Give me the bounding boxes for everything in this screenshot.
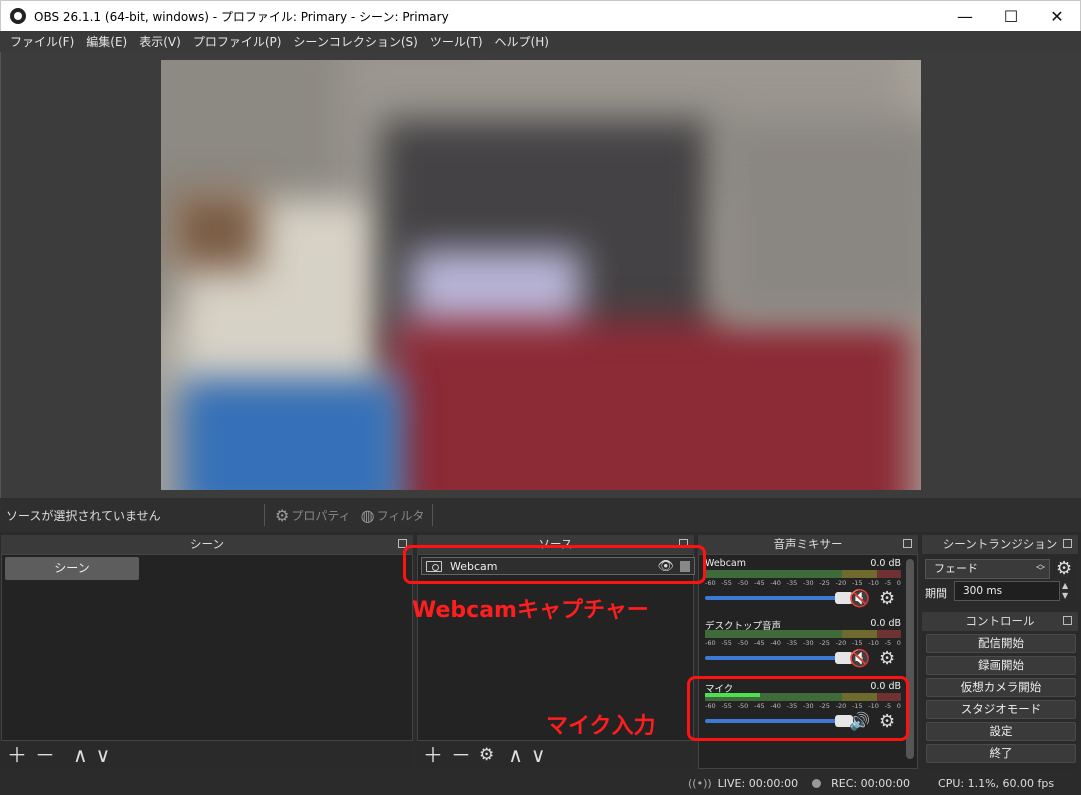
menu-view[interactable]: 表示(V) — [133, 33, 187, 50]
divider — [432, 504, 434, 526]
gear-icon[interactable]: ⚙ — [879, 648, 895, 669]
transitions-title: シーントランジション — [942, 537, 1058, 551]
properties-label: プロパティ — [291, 508, 351, 523]
webcam-highlight-box — [403, 545, 706, 584]
settings-button[interactable]: 設定 — [926, 722, 1076, 741]
transitions-header: シーントランジション — [922, 535, 1078, 554]
mixer-channel-webcam: Webcam 0.0 dB -60 -55 -50 -45 -40 -35 -30 -25 -2… — [705, 558, 901, 618]
cpu-usage: CPU: 1.1%, 60.00 fps — [938, 776, 1055, 790]
move-down-button[interactable]: ∨ — [531, 745, 546, 765]
mixer-header: 音声ミキサー — [698, 535, 918, 554]
obs-logo-icon — [10, 8, 26, 24]
volume-slider[interactable] — [705, 592, 853, 604]
record-dot-icon — [812, 778, 822, 788]
scenes-title: シーン — [190, 537, 224, 551]
muted-speaker-icon[interactable]: 🔇 — [849, 589, 870, 609]
filters-label: フィルタ — [376, 508, 425, 523]
meter-ticks: -60 -55 -50 -45 -40 -35 -30 -25 -20 -15 -10 -5 0 — [705, 639, 901, 647]
broadcast-icon: ((•)) — [688, 776, 712, 790]
minimize-button[interactable]: — — [942, 1, 988, 31]
preview-area — [0, 52, 1081, 498]
studio-mode-button[interactable]: スタジオモード — [926, 700, 1076, 719]
title-bar: OBS 26.1.1 (64-bit, windows) - プロファイル: P… — [0, 0, 1081, 31]
close-button[interactable]: ✕ — [1034, 1, 1080, 31]
volume-meter — [705, 630, 901, 638]
channel-name: Webcam — [705, 558, 747, 569]
add-source-button[interactable]: ＋ — [423, 745, 443, 765]
maximize-button[interactable]: ☐ — [988, 1, 1034, 31]
scenes-toolbar: ＋ － ∧ ∨ — [1, 741, 413, 769]
add-scene-button[interactable]: ＋ — [7, 745, 27, 765]
webcam-preview[interactable] — [161, 60, 921, 490]
volume-meter — [705, 570, 901, 578]
mixer-channel-desktop-audio: デスクトップ音声 0.0 dB -60 -55 -50 -45 -40 -35 -30 -25… — [705, 618, 901, 678]
spin-arrows-icon[interactable]: ▲ ▼ — [1062, 581, 1068, 601]
float-dock-icon[interactable] — [903, 539, 912, 548]
gear-icon[interactable]: ⚙ — [879, 588, 895, 609]
channel-db: 0.0 dB — [870, 558, 901, 569]
exit-button[interactable]: 終了 — [926, 744, 1076, 763]
properties-button[interactable]: ⚙ プロパティ — [275, 506, 351, 525]
scene-item[interactable]: シーン — [5, 557, 139, 580]
remove-source-button[interactable]: － — [451, 745, 471, 765]
mixer-title: 音声ミキサー — [773, 537, 843, 551]
sources-toolbar: ＋ － ⚙ ∧ ∨ — [417, 741, 694, 769]
float-dock-icon[interactable] — [1063, 616, 1072, 625]
scene-transitions-dock: シーントランジション フェード ︿ ﹀ ⚙ 期間 300 ms ▲ ▼ — [922, 535, 1078, 607]
menu-bar: ファイル(F) 編集(E) 表示(V) プロファイル(P) シーンコレクション(… — [0, 31, 1081, 52]
scenes-list[interactable]: シーン — [1, 554, 413, 741]
transition-value: フェード — [934, 562, 978, 575]
chevron-updown-icon: ︿ ﹀ — [1035, 560, 1045, 577]
move-up-button[interactable]: ∧ — [508, 745, 523, 765]
mic-annotation: マイク入力 — [546, 714, 656, 739]
transition-select[interactable]: フェード ︿ ﹀ — [925, 559, 1050, 579]
menu-file[interactable]: ファイル(F) — [4, 33, 80, 50]
divider — [264, 504, 265, 526]
float-dock-icon[interactable] — [1063, 539, 1072, 548]
live-timer: LIVE: 00:00:00 — [717, 776, 799, 790]
duration-input[interactable]: 300 ms — [954, 581, 1060, 601]
scenes-dock: シーン シーン ＋ － ∧ ∨ — [1, 535, 413, 769]
remove-scene-button[interactable]: － — [35, 745, 55, 765]
move-up-button[interactable]: ∧ — [73, 745, 88, 765]
controls-header: コントロール — [922, 612, 1078, 631]
meter-ticks: -60 -55 -50 -45 -40 -35 -30 -25 -20 -15 -10 -5 0 — [705, 579, 901, 587]
duration-label: 期間 — [925, 587, 947, 600]
filter-icon: ◍ — [360, 505, 375, 525]
scenes-header: シーン — [1, 535, 413, 554]
move-down-button[interactable]: ∨ — [96, 745, 111, 765]
gear-icon[interactable]: ⚙ — [1056, 558, 1072, 579]
muted-speaker-icon[interactable]: 🔇 — [849, 649, 870, 669]
start-streaming-button[interactable]: 配信開始 — [926, 634, 1076, 653]
menu-tools[interactable]: ツール(T) — [424, 33, 489, 50]
volume-slider[interactable] — [705, 652, 853, 664]
window-controls: — ☐ ✕ — [942, 1, 1080, 31]
source-settings-gear-icon[interactable]: ⚙ — [479, 746, 494, 764]
rec-timer: REC: 00:00:00 — [831, 776, 911, 790]
webcam-annotation: Webcamキャプチャー — [412, 598, 649, 623]
filters-button[interactable]: ◍ フィルタ — [361, 506, 425, 525]
menu-profile[interactable]: プロファイル(P) — [187, 33, 288, 50]
source-toolbar: ソースが選択されていません ⚙ プロパティ ◍ フィルタ — [0, 498, 1081, 532]
no-source-label: ソースが選択されていません — [6, 508, 161, 523]
controls-title: コントロール — [965, 614, 1035, 628]
start-virtual-camera-button[interactable]: 仮想カメラ開始 — [926, 678, 1076, 697]
window-title: OBS 26.1.1 (64-bit, windows) - プロファイル: P… — [34, 9, 449, 24]
menu-scene-collection[interactable]: シーンコレクション(S) — [287, 33, 423, 50]
menu-help[interactable]: ヘルプ(H) — [489, 33, 555, 50]
gear-icon: ⚙ — [275, 505, 290, 525]
controls-dock: コントロール 配信開始 録画開始 仮想カメラ開始 スタジオモード 設定 終了 — [922, 612, 1078, 770]
menu-edit[interactable]: 編集(E) — [80, 33, 133, 50]
status-bar: ((•)) LIVE: 00:00:00 REC: 00:00:00 CPU: … — [0, 771, 1081, 795]
channel-db: 0.0 dB — [870, 618, 901, 629]
start-recording-button[interactable]: 録画開始 — [926, 656, 1076, 675]
mic-highlight-box — [687, 676, 909, 741]
